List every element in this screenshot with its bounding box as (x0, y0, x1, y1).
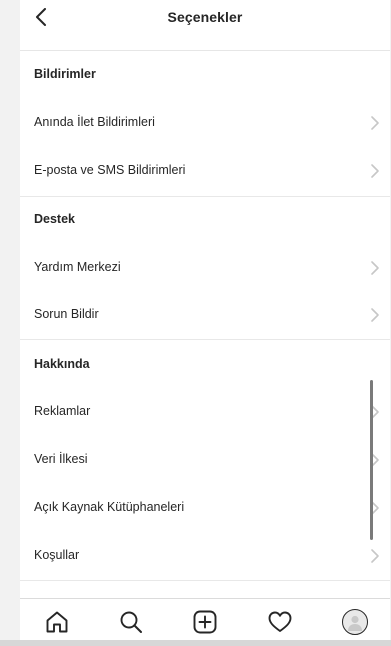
settings-item-label: Koşullar (34, 548, 80, 562)
settings-item-report-problem[interactable]: Sorun Bildir (20, 298, 390, 332)
settings-item-terms[interactable]: Koşullar (20, 539, 390, 573)
section-heading-notifications: Bildirimler (34, 67, 96, 81)
heart-icon (268, 611, 292, 632)
settings-item-label: Veri İlkesi (34, 452, 88, 466)
home-indicator-strip (0, 640, 391, 646)
chevron-right-icon (371, 164, 379, 178)
chevron-right-icon (371, 261, 379, 275)
section-divider (20, 339, 390, 340)
tab-search[interactable] (114, 605, 148, 639)
search-icon (120, 611, 142, 633)
tab-profile[interactable] (338, 605, 372, 639)
settings-item-label: Anında İlet Bildirimleri (34, 115, 155, 129)
settings-item-push-notifications[interactable]: Anında İlet Bildirimleri (20, 106, 390, 140)
chevron-right-icon (371, 116, 379, 130)
tab-home[interactable] (40, 605, 74, 639)
bottom-tab-bar (20, 598, 390, 646)
tab-activity[interactable] (263, 605, 297, 639)
settings-item-label: Reklamlar (34, 404, 91, 418)
settings-screen: Seçenekler Bildirimler Anında İlet Bildi… (20, 0, 390, 646)
header-divider (20, 50, 390, 51)
user-silhouette-icon (348, 615, 362, 631)
section-heading-support: Destek (34, 212, 75, 226)
section-divider (20, 196, 390, 197)
home-icon (46, 611, 68, 633)
settings-item-label: Açık Kaynak Kütüphaneleri (34, 500, 185, 514)
settings-item-ads[interactable]: Reklamlar (20, 395, 390, 429)
tab-new-post[interactable] (188, 605, 222, 639)
scrollbar-thumb[interactable] (370, 380, 373, 540)
settings-item-email-sms-notifications[interactable]: E-posta ve SMS Bildirimleri (20, 154, 390, 188)
settings-item-label: E-posta ve SMS Bildirimleri (34, 163, 186, 177)
chevron-right-icon (371, 549, 379, 563)
settings-item-label: Yardım Merkezi (34, 260, 121, 274)
page-title: Seçenekler (167, 9, 243, 25)
chevron-right-icon (371, 308, 379, 322)
top-nav-bar: Seçenekler (20, 0, 390, 36)
section-divider (20, 580, 390, 581)
settings-item-help-center[interactable]: Yardım Merkezi (20, 251, 390, 285)
settings-item-data-policy[interactable]: Veri İlkesi (20, 443, 390, 477)
profile-avatar (342, 609, 368, 635)
section-heading-about: Hakkında (34, 357, 90, 371)
add-post-icon (193, 610, 217, 634)
settings-item-open-source-libraries[interactable]: Açık Kaynak Kütüphaneleri (20, 491, 390, 525)
settings-item-label: Sorun Bildir (34, 307, 99, 321)
